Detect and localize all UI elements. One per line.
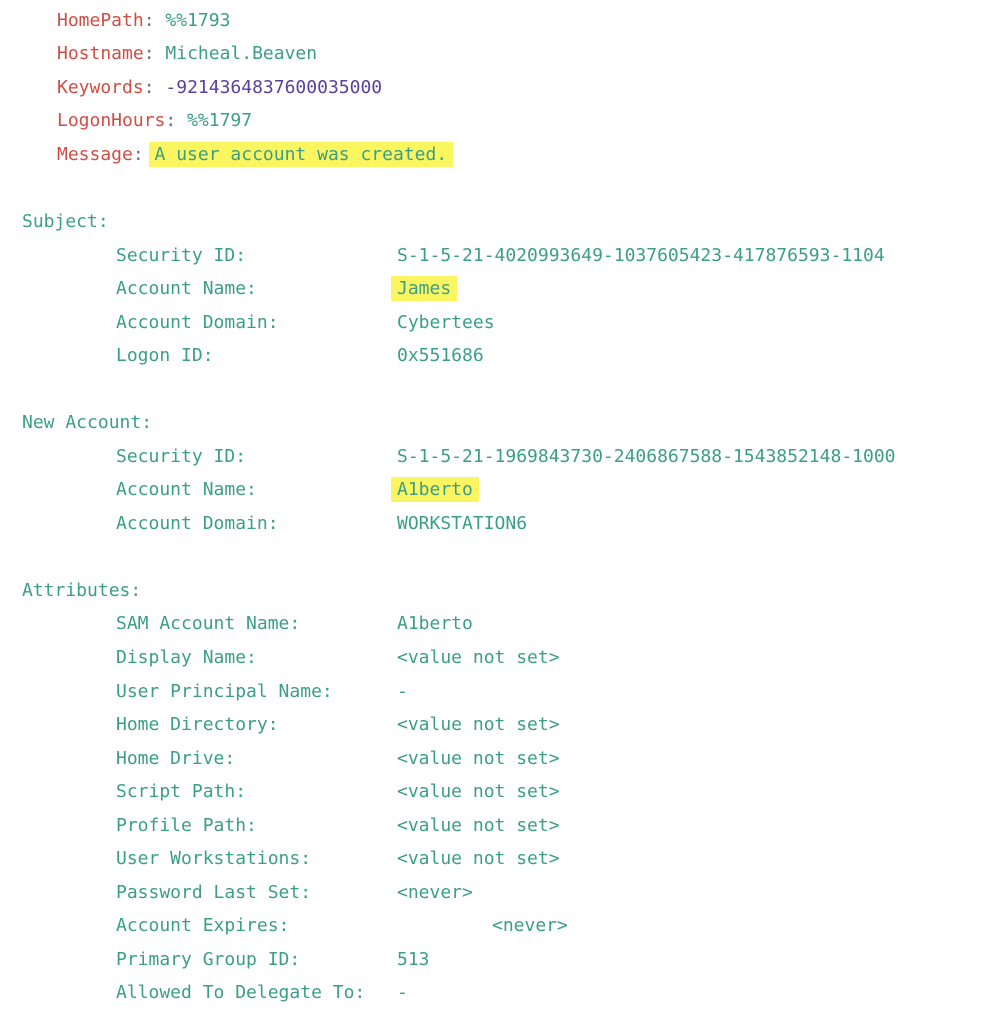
attr-upn-label: User Principal Name: (116, 681, 333, 702)
field-colon: : (143, 43, 155, 64)
attr-home-directory-label: Home Directory: (116, 714, 279, 735)
attr-password-last-set-value: <never> (397, 882, 473, 903)
attr-user-workstations-label: User Workstations: (116, 848, 312, 869)
event-log-view: { "fields": [ {"key": "HomePath", "value… (0, 0, 1000, 1024)
attr-home-directory-value: <value not set> (397, 714, 560, 735)
field-value: -9214364837600035000 (165, 77, 383, 98)
new-account-account-domain-value: WORKSTATION6 (397, 513, 528, 534)
attr-sam-account-name-value: A1berto (397, 613, 473, 634)
subject-security-id-value: S-1-5-21-4020993649-1037605423-417876593… (397, 245, 885, 266)
attr-user-workstations-value: <value not set> (397, 848, 560, 869)
field-colon: : (165, 110, 177, 131)
section-header-new-account: New Account: (22, 412, 153, 433)
subject-account-name-label: Account Name: (116, 278, 257, 299)
field-hostname: Hostname: Micheal.Beaven (57, 41, 317, 67)
subject-account-name-row: James (391, 276, 458, 302)
subject-logon-id-label: Logon ID: (116, 345, 214, 366)
section-header-subject: Subject: (22, 211, 109, 232)
field-key: Hostname (57, 43, 144, 64)
attr-upn-value: - (397, 681, 408, 702)
new-account-security-id-label: Security ID: (116, 446, 247, 467)
field-key: HomePath (57, 10, 144, 31)
field-key: LogonHours (57, 110, 166, 131)
attr-script-path-label: Script Path: (116, 781, 247, 802)
field-value: %%1793 (165, 10, 231, 31)
field-value: Micheal.Beaven (165, 43, 318, 64)
field-logonhours: LogonHours: %%1797 (57, 108, 252, 134)
attr-home-drive-label: Home Drive: (116, 748, 236, 769)
field-message: Message: A user account was created. (57, 142, 454, 168)
subject-account-domain-label: Account Domain: (116, 312, 279, 333)
attr-password-last-set-label: Password Last Set: (116, 882, 312, 903)
attr-primary-group-id-value: 513 (397, 949, 430, 970)
attr-primary-group-id-label: Primary Group ID: (116, 949, 301, 970)
subject-account-domain-value: Cybertees (397, 312, 495, 333)
field-homepath: HomePath: %%1793 (57, 8, 230, 34)
field-key: Keywords (57, 77, 144, 98)
attr-display-name-label: Display Name: (116, 647, 257, 668)
subject-account-name-value: James (391, 276, 458, 301)
attr-profile-path-label: Profile Path: (116, 815, 257, 836)
attr-account-expires-value: <never> (492, 915, 568, 936)
new-account-security-id-value: S-1-5-21-1969843730-2406867588-154385214… (397, 446, 896, 467)
attr-account-expires-label: Account Expires: (116, 915, 290, 936)
attr-home-drive-value: <value not set> (397, 748, 560, 769)
new-account-account-domain-label: Account Domain: (116, 513, 279, 534)
field-key: Message (57, 144, 133, 165)
attr-sam-account-name-label: SAM Account Name: (116, 613, 301, 634)
field-colon: : (143, 77, 155, 98)
attr-display-name-value: <value not set> (397, 647, 560, 668)
section-header-attributes: Attributes: (22, 580, 142, 601)
field-colon: : (143, 10, 155, 31)
field-colon: : (132, 144, 144, 165)
new-account-account-name-row: A1berto (391, 477, 479, 503)
subject-logon-id-value: 0x551686 (397, 345, 484, 366)
new-account-account-name-label: Account Name: (116, 479, 257, 500)
attr-profile-path-value: <value not set> (397, 815, 560, 836)
attr-allowed-to-delegate-label: Allowed To Delegate To: (116, 982, 366, 1003)
field-value: %%1797 (187, 110, 253, 131)
new-account-account-name-value: A1berto (391, 477, 479, 502)
attr-allowed-to-delegate-value: - (397, 982, 408, 1003)
message-value-highlighted: A user account was created. (148, 142, 454, 167)
attr-script-path-value: <value not set> (397, 781, 560, 802)
subject-security-id-label: Security ID: (116, 245, 247, 266)
field-keywords: Keywords: -9214364837600035000 (57, 75, 382, 101)
